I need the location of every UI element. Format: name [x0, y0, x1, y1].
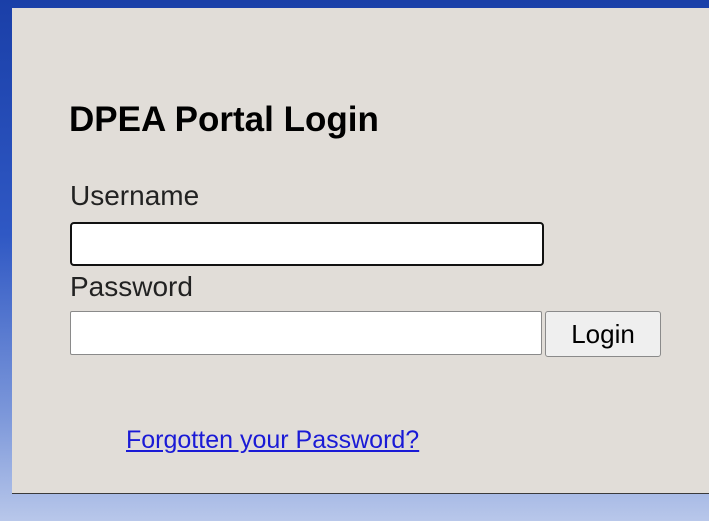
forgot-password-link[interactable]: Forgotten your Password?: [126, 426, 419, 455]
username-label: Username: [70, 180, 200, 211]
page-title: DPEA Portal Login: [69, 100, 379, 139]
login-button[interactable]: Login: [545, 311, 661, 357]
login-panel: DPEA Portal Login Username Password Logi…: [12, 8, 709, 494]
username-input[interactable]: [70, 222, 544, 266]
password-input[interactable]: [70, 311, 542, 355]
window-frame: DPEA Portal Login Username Password Logi…: [0, 0, 709, 521]
password-label: Password: [70, 271, 193, 302]
